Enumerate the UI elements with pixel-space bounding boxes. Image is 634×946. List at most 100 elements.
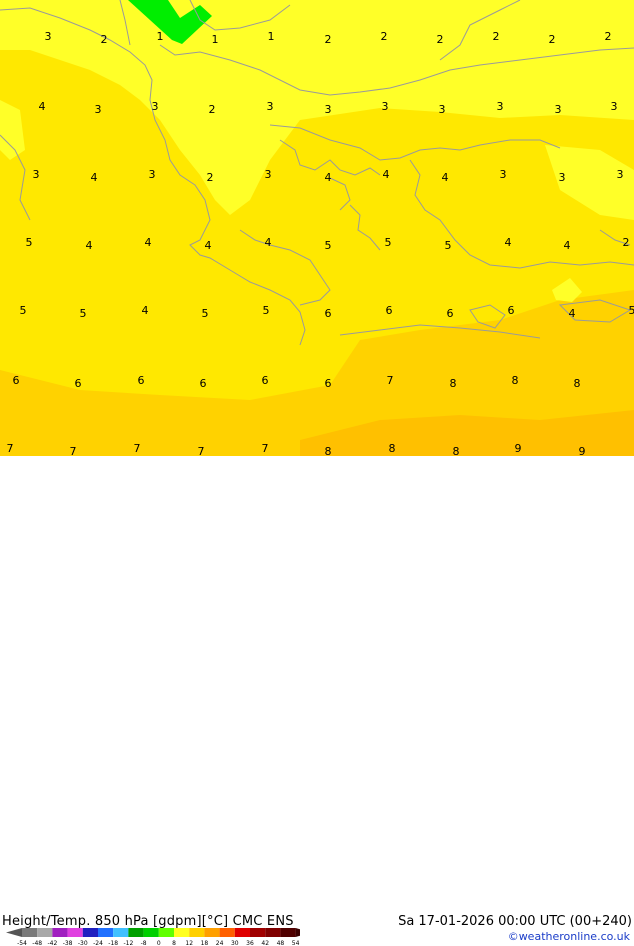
temp-label: 2	[549, 33, 556, 46]
credit-link[interactable]: ©weatheronline.co.uk	[508, 930, 630, 943]
temp-label: 5	[445, 239, 452, 252]
scale-tick-label: 8	[172, 940, 176, 946]
temp-label: 5	[202, 307, 209, 320]
color-scale-ticks: -54-48-42-38-30-24-18-12-808121824303642…	[17, 940, 300, 946]
temp-label: 7	[134, 442, 141, 455]
temp-label: 4	[145, 236, 152, 249]
temp-label: 4	[442, 171, 449, 184]
temp-label: 3	[611, 100, 618, 113]
scale-tick-label: -8	[141, 940, 147, 946]
scale-tick-label: -38	[63, 940, 73, 946]
scale-tick-label: 18	[201, 940, 209, 946]
color-swatch	[250, 928, 265, 937]
temp-label: 3	[439, 103, 446, 116]
temp-label: 7	[70, 445, 77, 456]
temp-label: 4	[325, 171, 332, 184]
temp-label: 5	[385, 236, 392, 249]
temp-label: 8	[450, 377, 457, 390]
temp-label: 3	[497, 100, 504, 113]
temp-label: 1	[268, 30, 275, 43]
temp-label: 2	[605, 30, 612, 43]
temp-label: 2	[623, 236, 630, 249]
temp-label: 8	[325, 445, 332, 456]
color-swatch	[174, 928, 189, 937]
scale-arrow-right	[296, 928, 300, 937]
scale-tick-label: 48	[277, 940, 285, 946]
temp-label: 5	[325, 239, 332, 252]
temp-label: 5	[20, 304, 27, 317]
scale-tick-label: 42	[261, 940, 269, 946]
color-swatch	[52, 928, 67, 937]
color-scale-swatches	[6, 928, 300, 937]
scale-tick-label: 36	[246, 940, 254, 946]
color-swatch	[113, 928, 128, 937]
color-swatch	[98, 928, 113, 937]
temp-label: 3	[555, 103, 562, 116]
temp-label: 3	[149, 168, 156, 181]
temp-label: 4	[505, 236, 512, 249]
color-swatch	[204, 928, 219, 937]
color-swatch	[189, 928, 204, 937]
temp-label: 3	[152, 100, 159, 113]
temp-label: 9	[515, 442, 522, 455]
temp-label: 2	[207, 171, 214, 184]
temp-label: 5	[80, 307, 87, 320]
scale-tick-label: 54	[292, 940, 300, 946]
color-swatch	[37, 928, 52, 937]
temp-label: 2	[437, 33, 444, 46]
valid-datetime: Sa 17-01-2026 00:00 UTC (00+240)	[398, 914, 632, 929]
temp-label: 4	[564, 239, 571, 252]
temp-label: 1	[157, 30, 164, 43]
temp-label: 3	[382, 100, 389, 113]
temp-label: 8	[512, 374, 519, 387]
temp-label: 4	[142, 304, 149, 317]
scale-tick-label: -42	[47, 940, 57, 946]
scale-tick-label: -24	[93, 940, 103, 946]
temp-label: 3	[95, 103, 102, 116]
temp-label: 6	[325, 307, 332, 320]
temp-label: 4	[569, 307, 576, 320]
color-swatch	[265, 928, 280, 937]
temp-label: 4	[383, 168, 390, 181]
temp-label: 3	[325, 103, 332, 116]
temp-label: 7	[7, 442, 14, 455]
footer-bar: Height/Temp. 850 hPa [gdpm][°C] CMC ENS …	[0, 456, 634, 490]
temp-label: 3	[617, 168, 624, 181]
temp-label: 4	[205, 239, 212, 252]
temp-label: 6	[13, 374, 20, 387]
temp-label: 2	[493, 30, 500, 43]
scale-tick-label: -18	[108, 940, 118, 946]
temp-label: 3	[265, 168, 272, 181]
color-swatch	[280, 928, 295, 937]
temp-label: 4	[39, 100, 46, 113]
temp-label: 6	[262, 374, 269, 387]
temp-label: 7	[387, 374, 394, 387]
temp-label: 2	[101, 33, 108, 46]
scale-tick-label: -48	[32, 940, 42, 946]
scale-tick-label: 0	[157, 940, 161, 946]
temp-label: 5	[26, 236, 33, 249]
color-swatch	[128, 928, 143, 937]
temp-label: 8	[574, 377, 581, 390]
temp-label: 2	[325, 33, 332, 46]
temp-label: 6	[75, 377, 82, 390]
map-area: 3211122222243323333333343234443335444455…	[0, 0, 634, 490]
color-swatch	[144, 928, 159, 937]
scale-tick-label: -30	[78, 940, 88, 946]
color-swatch	[220, 928, 235, 937]
temp-label: 5	[263, 304, 270, 317]
temp-label: 6	[325, 377, 332, 390]
temp-label: 4	[91, 171, 98, 184]
temp-label: 3	[559, 171, 566, 184]
temp-label: 8	[453, 445, 460, 456]
temp-label: 7	[262, 442, 269, 455]
temp-label: 4	[86, 239, 93, 252]
color-swatch	[68, 928, 83, 937]
temp-label: 5	[629, 304, 634, 317]
temp-label: 2	[381, 30, 388, 43]
temp-label: 3	[45, 30, 52, 43]
color-swatch	[159, 928, 174, 937]
scale-tick-label: 24	[216, 940, 224, 946]
temp-label: 4	[265, 236, 272, 249]
temp-label: 6	[447, 307, 454, 320]
